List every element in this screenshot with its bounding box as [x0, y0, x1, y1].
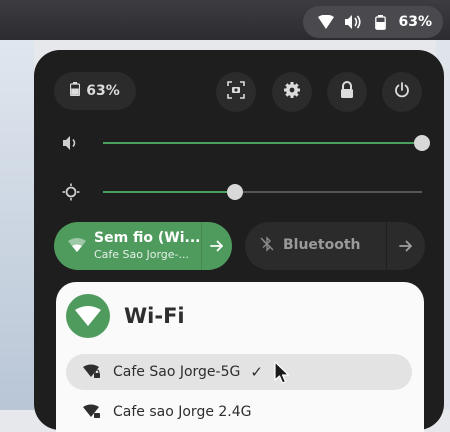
brightness-icon — [62, 183, 80, 201]
wifi-toggle[interactable]: Sem fio (Wi... Cafe Sao Jorge-... — [54, 222, 232, 270]
power-icon — [393, 81, 411, 103]
network-name: Cafe Sao Jorge-5G — [113, 364, 241, 380]
wifi-secured-icon — [83, 404, 103, 420]
network-item[interactable]: Cafe Sao Jorge-5G ✓ — [66, 354, 412, 390]
settings-button[interactable] — [272, 72, 312, 112]
brightness-slider-row — [62, 177, 422, 207]
bluetooth-off-icon — [259, 236, 275, 256]
wifi-menu-title: Wi-Fi — [124, 304, 185, 328]
lock-icon — [339, 81, 355, 103]
brightness-slider-fill — [103, 191, 236, 193]
wifi-toggle-title: Sem fio (Wi... — [94, 231, 201, 247]
wifi-icon — [317, 13, 335, 31]
battery-icon — [70, 82, 81, 100]
settings-icon — [283, 81, 301, 103]
top-bar: 63% — [0, 0, 450, 40]
wifi-toggle-subtitle: Cafe Sao Jorge-... — [94, 247, 190, 261]
volume-slider-fill — [103, 142, 422, 144]
screenshot-icon — [227, 81, 245, 103]
power-button[interactable] — [382, 72, 422, 112]
quick-settings-panel: 63% Sem fio (Wi... Cafe Sao Jorge-... Bl… — [34, 50, 444, 432]
volume-slider-row — [62, 128, 430, 158]
volume-slider-knob[interactable] — [414, 135, 430, 151]
network-item[interactable]: Cafe sao Jorge 2.4G — [66, 394, 412, 430]
volume-slider[interactable] — [103, 135, 430, 151]
battery-percent: 63% — [398, 14, 432, 30]
bluetooth-toggle-title: Bluetooth — [283, 238, 361, 254]
brightness-slider-knob[interactable] — [227, 184, 244, 200]
volume-icon — [344, 13, 362, 31]
wifi-menu-badge — [66, 294, 110, 338]
lock-button[interactable] — [327, 72, 367, 112]
bluetooth-toggle[interactable]: Bluetooth — [245, 222, 425, 270]
check-icon: ✓ — [250, 363, 263, 381]
screenshot-button[interactable] — [216, 72, 256, 112]
wifi-secured-icon — [83, 364, 103, 380]
wifi-menu-arrow-button[interactable] — [200, 222, 232, 270]
battery-chip[interactable]: 63% — [54, 72, 136, 110]
system-status-menu[interactable]: 63% — [303, 6, 443, 38]
volume-icon — [62, 134, 80, 152]
desktop-background — [0, 40, 34, 410]
wifi-icon — [68, 237, 86, 256]
brightness-slider[interactable] — [103, 184, 422, 200]
wifi-toggle-main[interactable]: Sem fio (Wi... Cafe Sao Jorge-... — [54, 222, 201, 270]
mouse-cursor-icon — [274, 361, 290, 384]
bluetooth-toggle-main[interactable]: Bluetooth — [245, 222, 386, 270]
arrow-right-icon — [399, 240, 412, 252]
network-name: Cafe sao Jorge 2.4G — [113, 404, 252, 420]
wifi-icon — [75, 306, 101, 326]
battery-icon — [371, 13, 389, 31]
arrow-right-icon — [209, 240, 223, 252]
battery-chip-label: 63% — [86, 83, 120, 99]
bluetooth-menu-arrow-button[interactable] — [386, 222, 425, 270]
